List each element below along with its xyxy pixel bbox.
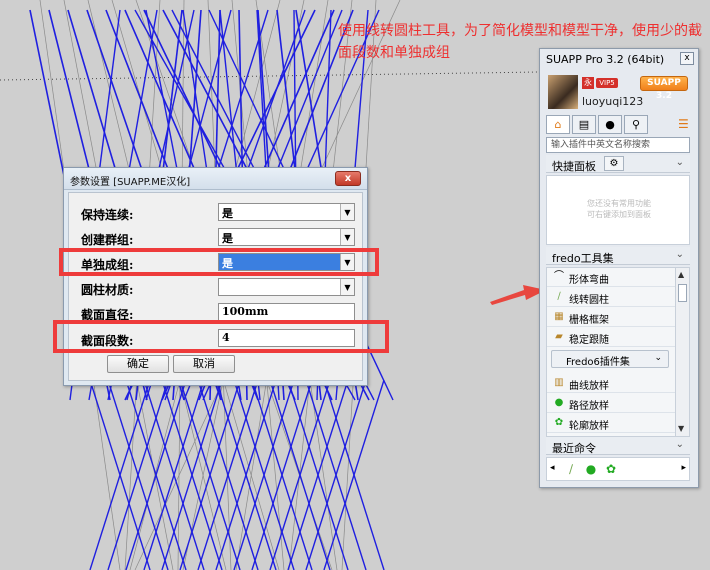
chevron-down-icon: ⌄ [654,353,662,363]
tool-item[interactable]: ▥ 曲线放样 [547,374,675,393]
highlight-segments [53,320,389,353]
avatar[interactable] [548,75,578,109]
scroll-down-icon[interactable]: ▼ [678,424,684,433]
scroll-up-icon[interactable]: ▲ [678,270,684,279]
diameter-input[interactable]: 100mm [218,303,355,321]
field-row-create-group: 创建群组: 是 ▼ [69,226,362,250]
wire-line [0,71,541,81]
section-label: fredo工具集 [552,252,614,265]
dropdown-arrow-icon[interactable]: ▼ [340,204,354,220]
quick-panel-hint: 您还没有常用功能 可右键添加到面板 [587,199,651,219]
quick-panel-header[interactable]: 快捷面板 ⚙ ⌄ [546,155,690,173]
tool-item[interactable]: ⌒ 形体弯曲 [547,268,675,287]
permanent-badge: 永 [582,77,594,89]
create-group-select[interactable]: 是 ▼ [218,228,355,246]
path-loft-icon: ● [554,397,564,408]
suapp-panel: SUAPP Pro 3.2 (64bit) x 永 VIP5 SUAPP 3.2… [539,48,699,488]
tool-item[interactable]: ● 路径放样 [547,394,675,413]
username: luoyuqi123 [582,95,644,108]
input-value: 100mm [222,305,269,318]
dialog-close-button[interactable]: x [335,171,361,186]
field-label: 创建群组: [81,233,134,247]
chevron-down-icon[interactable]: ⌄ [676,249,684,260]
tool-label: 形体弯曲 [569,275,609,286]
section-label: 快捷面板 [552,160,596,173]
dropdown-arrow-icon[interactable]: ▼ [340,229,354,245]
material-select[interactable]: ▼ [218,278,355,296]
tool-item[interactable]: ▦ 栅格框架 [547,308,675,327]
tool-item[interactable]: ▰ 稳定跟随 [547,328,675,347]
dialog-titlebar[interactable]: 参数设置 [SUAPP.ME汉化] x [64,168,367,190]
ok-button[interactable]: 确定 [107,355,169,373]
profile-loft-icon[interactable]: ✿ [603,461,619,477]
section-label: 最近命令 [552,442,596,455]
chevron-down-icon[interactable]: ⌄ [676,439,684,450]
suapp-version-badge[interactable]: SUAPP 3.2 [640,76,688,101]
select-value: 是 [222,232,233,245]
search-tab-icon[interactable]: ⚲ [624,115,648,134]
panel-close-button[interactable]: x [680,52,694,65]
quick-panel-area: 您还没有常用功能 可右键添加到面板 [546,175,690,245]
tool-label: 路径放样 [569,401,609,412]
tool-list-scrollbar[interactable]: ▲ ▼ [675,268,689,436]
dropdown-arrow-icon[interactable]: ▼ [340,279,354,295]
bend-icon: ⌒ [554,271,564,282]
panel-tabbar: ⌂ ▤ ● ⚲ ☰ [546,115,692,135]
tool-label: 线转圆柱 [569,295,609,306]
line-to-tube-icon: ∕ [557,291,561,302]
recent-commands-header[interactable]: 最近命令 ⌄ [546,437,690,455]
field-label: 圆柱材质: [81,283,134,297]
subgroup-label: Fredo6插件集 [566,357,630,368]
tool-label: 稳定跟随 [569,335,609,346]
scroll-thumb[interactable] [678,284,687,302]
chevron-left-icon[interactable]: ◂ [550,463,555,473]
plugin-search-input[interactable]: 输入插件中英文名称搜索 [546,137,690,153]
fredo6-subgroup[interactable]: Fredo6插件集 ⌄ [551,350,669,368]
panel-title: SUAPP Pro 3.2 (64bit) [546,53,665,66]
gear-icon[interactable]: ⚙ [604,156,624,171]
chevron-right-icon[interactable]: ▸ [681,463,686,473]
tool-list: ⌒ 形体弯曲 ∕ 线转圆柱 ▦ 栅格框架 ▰ 稳定跟随 Fredo6插件集 ⌄ … [546,267,690,437]
home-tab-icon[interactable]: ⌂ [546,115,570,134]
vip-badge: VIP5 [596,78,618,88]
keep-continuous-select[interactable]: 是 ▼ [218,203,355,221]
panel-titlebar[interactable]: SUAPP Pro 3.2 (64bit) x [540,49,698,69]
field-label: 保持连续: [81,208,134,222]
tool-item[interactable]: ∕ 线转圆柱 [547,288,675,307]
field-row-keep-continuous: 保持连续: 是 ▼ [69,201,362,225]
dialog-title: 参数设置 [SUAPP.ME汉化] [70,177,191,188]
highlight-separate-group [59,248,379,276]
user-card: 永 VIP5 SUAPP 3.2 luoyuqi123 [546,73,692,111]
parameter-dialog: 参数设置 [SUAPP.ME汉化] x 保持连续: 是 ▼ 创建群组: 是 ▼ … [63,167,368,386]
recent-commands-strip: ◂ ∕ ● ✿ ▸ [546,457,690,481]
list-tab-icon[interactable]: ▤ [572,115,596,134]
chevron-down-icon[interactable]: ⌄ [676,157,684,168]
path-loft-icon[interactable]: ● [583,461,599,477]
tool-label: 曲线放样 [569,381,609,392]
tool-label: 轮廓放样 [569,421,609,432]
tool-item[interactable]: ✿ 轮廓放样 [547,414,675,433]
profile-loft-icon: ✿ [554,417,564,428]
cancel-button[interactable]: 取消 [173,355,235,373]
tool-label: 栅格框架 [569,315,609,326]
grid-frame-icon: ▦ [554,311,564,322]
follow-icon: ▰ [555,331,563,342]
field-row-material: 圆柱材质: ▼ [69,276,362,300]
fredo-header[interactable]: fredo工具集 ⌄ [546,247,690,265]
select-value: 是 [222,207,233,220]
line-to-tube-icon[interactable]: ∕ [563,461,579,477]
user-tab-icon[interactable]: ● [598,115,622,134]
curve-loft-icon: ▥ [554,377,564,388]
menu-icon[interactable]: ☰ [678,117,689,131]
